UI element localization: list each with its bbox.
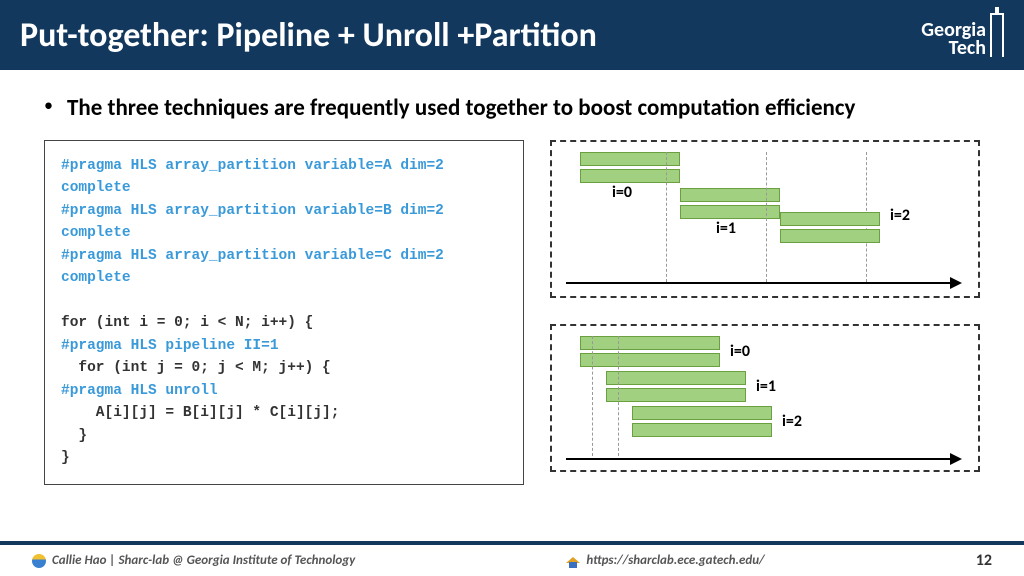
code-line: for (int i = 0; i < N; i++) { [61, 312, 507, 334]
code-line: #pragma HLS array_partition variable=B d… [61, 200, 507, 245]
iter-label: i=2 [782, 412, 802, 431]
code-line: } [61, 447, 507, 469]
author-text: Callie Hao | Sharc-lab @ Georgia Institu… [52, 553, 355, 568]
time-axis-arrow [566, 458, 960, 460]
pipeline-diagram-top: i=0 i=1 [550, 140, 980, 298]
time-axis-arrow [566, 282, 960, 284]
task-bar [680, 188, 780, 202]
stage-divider [592, 336, 593, 456]
footer: Callie Hao | Sharc-lab @ Georgia Institu… [0, 541, 1024, 576]
task-bar [580, 169, 680, 183]
url-text: https://sharclab.ece.gatech.edu/ [586, 553, 764, 568]
iter-label: i=1 [756, 377, 776, 396]
footer-author: Callie Hao | Sharc-lab @ Georgia Institu… [32, 553, 355, 568]
code-line: for (int j = 0; j < M; j++) { [61, 357, 507, 379]
task-bar [780, 229, 880, 243]
iter-label: i=2 [890, 206, 910, 225]
task-bar [632, 423, 772, 437]
task-bar [580, 152, 680, 166]
code-line: } [61, 425, 507, 447]
globe-icon [32, 554, 46, 568]
stage-divider [766, 152, 767, 282]
task-bar [780, 212, 880, 226]
stage-divider [618, 336, 619, 456]
page-number: 12 [976, 551, 992, 570]
task-bar [606, 371, 746, 385]
iter-label: i=0 [730, 342, 750, 361]
home-icon [566, 554, 580, 568]
slide-title: Put-together: Pipeline + Unroll +Partiti… [20, 15, 597, 56]
content-columns: #pragma HLS array_partition variable=A d… [44, 140, 980, 485]
code-block: #pragma HLS array_partition variable=A d… [44, 140, 524, 485]
footer-url: https://sharclab.ece.gatech.edu/ [566, 553, 764, 568]
code-line: #pragma HLS array_partition variable=A d… [61, 155, 507, 200]
stage-divider [666, 152, 667, 282]
footer-content: Callie Hao | Sharc-lab @ Georgia Institu… [0, 545, 1024, 576]
task-bar [680, 205, 780, 219]
task-bar [580, 353, 720, 367]
gatech-logo: Georgia Tech [921, 13, 1004, 57]
bullet-item: • The three techniques are frequently us… [44, 94, 980, 122]
task-bar [580, 336, 720, 350]
slide: Put-together: Pipeline + Unroll +Partiti… [0, 0, 1024, 576]
code-line: A[i][j] = B[i][j] * C[i][j]; [61, 402, 507, 424]
diagrams-column: i=0 i=1 [550, 140, 980, 485]
pipeline-diagram-bottom: i=0 i=1 [550, 324, 980, 472]
task-bar [606, 388, 746, 402]
code-line: #pragma HLS unroll [61, 380, 507, 402]
code-line: #pragma HLS pipeline II=1 [61, 335, 507, 357]
bullet-text: The three techniques are frequently used… [67, 94, 855, 122]
tech-tower-icon [990, 13, 1004, 57]
code-line: #pragma HLS array_partition variable=C d… [61, 245, 507, 290]
task-bar [632, 406, 772, 420]
slide-body: • The three techniques are frequently us… [0, 70, 1024, 485]
bullet-dot-icon: • [44, 94, 53, 117]
header-bar: Put-together: Pipeline + Unroll +Partiti… [0, 0, 1024, 70]
